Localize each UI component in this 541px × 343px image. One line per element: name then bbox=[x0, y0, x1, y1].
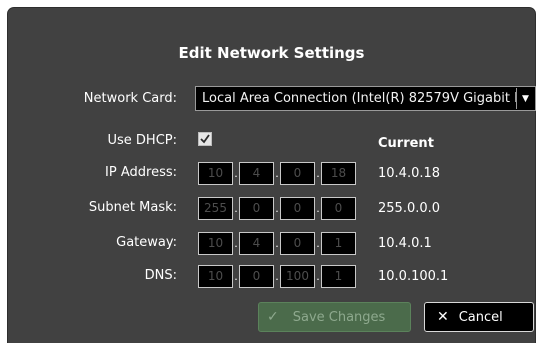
dns-octet-1[interactable]: 10 bbox=[198, 264, 233, 288]
gateway-label: Gateway: bbox=[116, 235, 177, 250]
current-ip-address: 10.4.0.18 bbox=[378, 166, 441, 181]
subnet-mask-input[interactable]: 255. 0. 0. 0 bbox=[198, 196, 358, 220]
current-header: Current bbox=[378, 136, 434, 151]
dropdown-arrow-icon[interactable]: ▼ bbox=[516, 88, 534, 109]
edit-network-dialog: Edit Network Settings Network Card: Loca… bbox=[7, 7, 536, 343]
dns-input[interactable]: 10. 0. 100. 1 bbox=[198, 264, 358, 288]
ip-octet-1[interactable]: 10 bbox=[198, 161, 233, 185]
gateway-octet-2[interactable]: 4 bbox=[239, 231, 274, 255]
dns-octet-2[interactable]: 0 bbox=[239, 264, 274, 288]
cancel-button[interactable]: ✕ Cancel bbox=[424, 302, 534, 332]
checkmark-icon bbox=[200, 134, 210, 144]
dns-octet-4[interactable]: 1 bbox=[321, 264, 356, 288]
ip-octet-3[interactable]: 0 bbox=[280, 161, 315, 185]
close-icon: ✕ bbox=[437, 309, 449, 325]
save-changes-button[interactable]: ✓ Save Changes bbox=[258, 302, 411, 332]
gateway-octet-4[interactable]: 1 bbox=[321, 231, 356, 255]
subnet-octet-4[interactable]: 0 bbox=[321, 196, 356, 220]
current-gateway: 10.4.0.1 bbox=[378, 236, 432, 251]
network-card-label: Network Card: bbox=[83, 91, 177, 106]
check-icon: ✓ bbox=[267, 309, 279, 325]
ip-address-label: IP Address: bbox=[105, 165, 177, 180]
gateway-input[interactable]: 10. 4. 0. 1 bbox=[198, 231, 358, 255]
network-card-value: Local Area Connection (Intel(R) 82579V G… bbox=[202, 91, 516, 106]
subnet-octet-2[interactable]: 0 bbox=[239, 196, 274, 220]
current-subnet-mask: 255.0.0.0 bbox=[378, 201, 441, 216]
save-changes-label: Save Changes bbox=[292, 309, 386, 325]
cancel-label: Cancel bbox=[458, 309, 503, 325]
subnet-octet-1[interactable]: 255 bbox=[198, 196, 233, 220]
dns-octet-3[interactable]: 100 bbox=[280, 264, 315, 288]
gateway-octet-3[interactable]: 0 bbox=[280, 231, 315, 255]
network-card-select[interactable]: Local Area Connection (Intel(R) 82579V G… bbox=[195, 86, 536, 111]
ip-octet-2[interactable]: 4 bbox=[239, 161, 274, 185]
ip-octet-4[interactable]: 18 bbox=[321, 161, 356, 185]
subnet-mask-label: Subnet Mask: bbox=[88, 200, 177, 215]
use-dhcp-label: Use DHCP: bbox=[107, 133, 177, 148]
ip-address-input[interactable]: 10. 4. 0. 18 bbox=[198, 161, 358, 185]
subnet-octet-3[interactable]: 0 bbox=[280, 196, 315, 220]
dns-label: DNS: bbox=[144, 268, 177, 283]
current-dns: 10.0.100.1 bbox=[378, 269, 449, 284]
gateway-octet-1[interactable]: 10 bbox=[198, 231, 233, 255]
dialog-title: Edit Network Settings bbox=[178, 44, 365, 62]
use-dhcp-checkbox[interactable] bbox=[198, 132, 212, 146]
